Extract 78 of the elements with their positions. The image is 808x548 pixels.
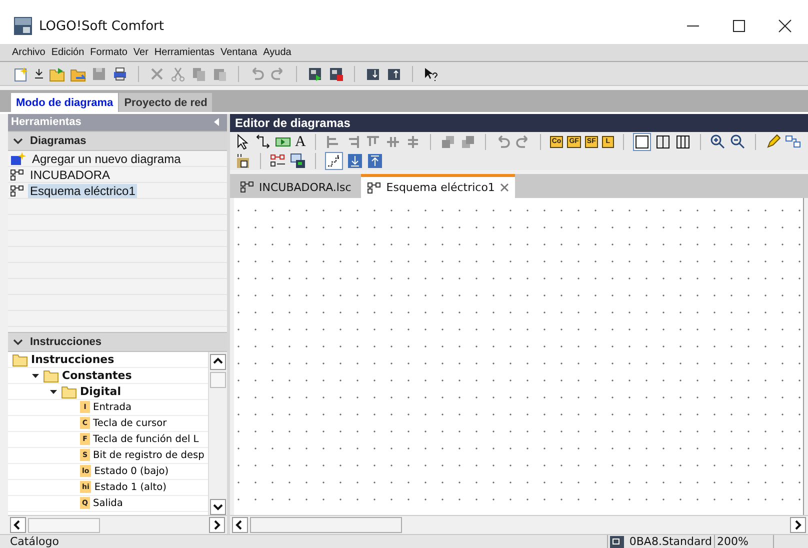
device-icon: [610, 536, 624, 548]
tree-item[interactable]: Tecla de función del L: [93, 434, 199, 445]
zoom-in-icon[interactable]: [710, 134, 726, 150]
section-title: Instrucciones: [30, 336, 102, 348]
simulation-icon[interactable]: [270, 152, 286, 168]
print-icon[interactable]: [112, 66, 128, 82]
scroll-up-icon[interactable]: [210, 354, 226, 370]
section-title: Diagramas: [30, 134, 86, 147]
triple-view-icon[interactable]: [674, 134, 691, 150]
transfer-to-device-icon[interactable]: [307, 66, 323, 82]
menu-item[interactable]: Formato: [90, 46, 128, 59]
tree-folder[interactable]: Constantes: [62, 368, 132, 382]
tree-item[interactable]: Entrada: [93, 402, 132, 413]
diagram-item[interactable]: INCUBADORA: [28, 168, 112, 182]
bring-front-icon[interactable]: [440, 134, 456, 150]
vertical-scrollbar[interactable]: [208, 352, 227, 516]
text-tool[interactable]: A: [295, 134, 306, 150]
diagram-icon: [10, 184, 24, 198]
scroll-thumb[interactable]: [210, 372, 226, 388]
tree-folder[interactable]: Instrucciones: [31, 352, 114, 366]
scroll-thumb[interactable]: [28, 518, 100, 533]
status-text: Catálogo: [9, 535, 60, 548]
menu-item[interactable]: Ventana: [220, 46, 258, 59]
menu-item[interactable]: Ayuda: [263, 46, 292, 59]
transfer-from-device-icon[interactable]: [328, 66, 344, 82]
tree-item[interactable]: Salida: [93, 498, 123, 509]
tree-folder[interactable]: Digital: [80, 384, 121, 398]
new-file-icon[interactable]: [13, 66, 29, 82]
collapse-left-icon[interactable]: [212, 117, 221, 128]
folder-icon: [43, 368, 59, 383]
app-logo-icon: [14, 17, 32, 35]
scroll-right-icon[interactable]: [209, 517, 225, 534]
device-label: 0BA8.Standard: [629, 535, 712, 548]
move-down-icon[interactable]: [347, 152, 363, 168]
parameter-block-icon[interactable]: [235, 152, 251, 168]
network-icon[interactable]: [784, 134, 801, 150]
menu-item[interactable]: Edición: [51, 46, 84, 59]
mode-tab[interactable]: Proyecto de red: [119, 93, 212, 112]
add-diagram-link[interactable]: Agregar un nuevo diagrama: [30, 152, 183, 166]
step-connector-icon[interactable]: [326, 152, 342, 168]
menu-item[interactable]: Herramientas: [154, 46, 214, 59]
maximize-icon[interactable]: [731, 18, 747, 34]
scroll-right-icon[interactable]: [790, 517, 806, 533]
panel-title: Herramientas: [11, 116, 82, 128]
split-view-icon[interactable]: [654, 134, 671, 150]
add-diagram-icon: [10, 152, 26, 166]
zoom-level: 200%: [714, 535, 774, 548]
tree-item[interactable]: Estado 0 (bajo): [94, 466, 169, 477]
scroll-thumb[interactable]: [250, 517, 402, 533]
tree-item[interactable]: Estado 1 (alto): [94, 482, 166, 493]
send-back-icon[interactable]: [460, 134, 476, 150]
folder-icon: [61, 384, 77, 399]
scroll-left-icon[interactable]: [10, 517, 26, 534]
single-view-icon[interactable]: [634, 134, 650, 150]
horizontal-scrollbar[interactable]: [8, 515, 227, 534]
online-test-icon[interactable]: [290, 152, 306, 168]
menu-item[interactable]: Archivo: [12, 46, 46, 59]
tree-item[interactable]: Tecla de cursor: [93, 418, 167, 429]
panel-title: Editor de diagramas: [230, 114, 808, 132]
window-title: LOGO!Soft Comfort: [39, 18, 165, 34]
help-pointer-icon[interactable]: [423, 66, 439, 82]
select-pointer-icon[interactable]: [235, 134, 251, 150]
editor-tab[interactable]: Esquema eléctrico1: [361, 174, 515, 198]
menu-item[interactable]: Ver: [133, 46, 148, 59]
connector-tool-icon[interactable]: [255, 134, 271, 150]
diagram-icon: [10, 168, 24, 182]
move-up-icon[interactable]: [367, 152, 383, 168]
editor-tab[interactable]: INCUBADORA.lsc: [234, 176, 358, 198]
diagram-item[interactable]: Esquema eléctrico1: [28, 184, 138, 198]
close-icon[interactable]: [777, 18, 793, 34]
diagram-icon: [367, 180, 382, 194]
scroll-down-icon[interactable]: [210, 499, 226, 516]
diagram-icon: [240, 180, 254, 194]
tree-item[interactable]: Bit de registro de desp: [93, 450, 204, 461]
mode-tab[interactable]: Modo de diagrama: [11, 93, 118, 112]
open-folder-icon[interactable]: [49, 66, 65, 82]
scroll-left-icon[interactable]: [232, 517, 248, 533]
zoom-out-icon[interactable]: [730, 134, 746, 150]
